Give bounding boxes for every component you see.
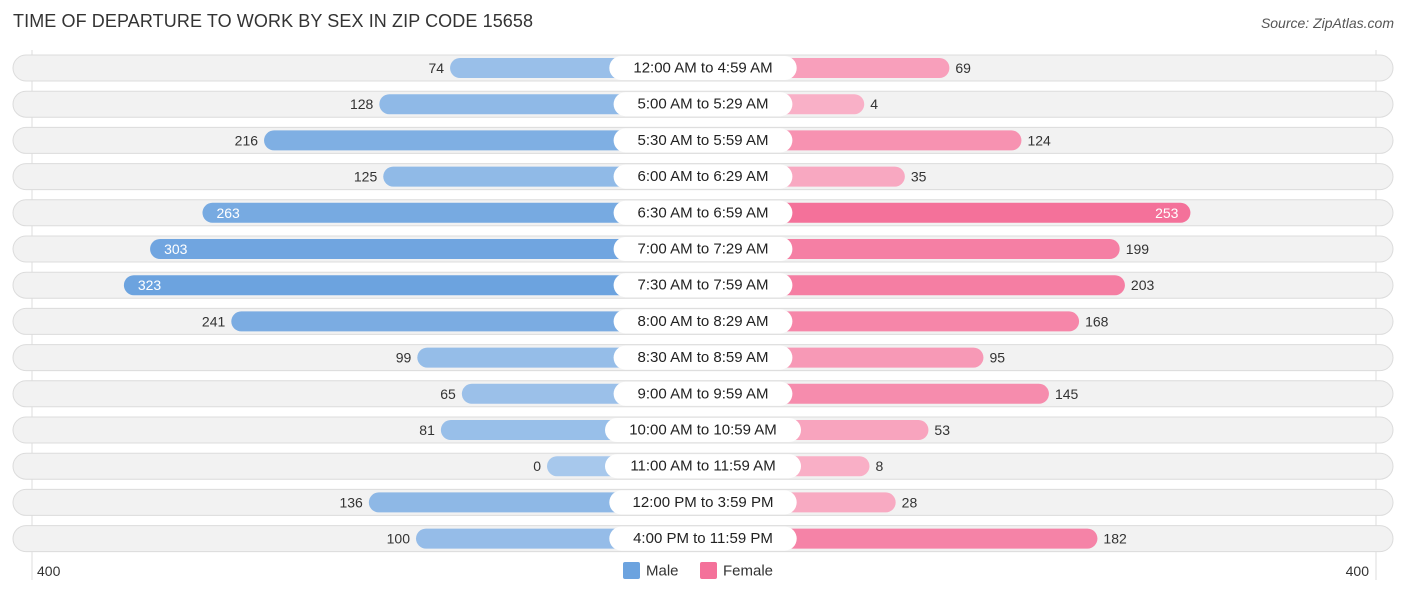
value-label-male: 323 — [138, 277, 162, 293]
category-label: 5:30 AM to 5:59 AM — [638, 132, 769, 149]
category-label: 5:00 AM to 5:29 AM — [638, 96, 769, 113]
category-label: 4:00 PM to 11:59 PM — [633, 530, 773, 547]
diverging-bar-chart: 74 69 12:00 AM to 4:59 AM 128 4 5:00 AM to 5:… — [12, 50, 1394, 580]
value-label-female: 124 — [1027, 132, 1051, 148]
chart-row: 263 253 6:30 AM to 6:59 AM — [12, 199, 1394, 227]
value-label-male: 303 — [164, 241, 188, 257]
chart-row: 128 4 5:00 AM to 5:29 AM — [12, 90, 1394, 118]
value-label-male: 216 — [235, 132, 259, 148]
value-label-male: 65 — [440, 386, 456, 402]
category-label: 6:00 AM to 6:29 AM — [638, 168, 769, 185]
category-label: 8:30 AM to 8:59 AM — [638, 349, 769, 366]
value-label-male: 99 — [396, 350, 412, 366]
value-label-female: 4 — [870, 96, 878, 112]
value-label-female: 28 — [902, 494, 918, 510]
value-label-male: 0 — [533, 458, 541, 474]
value-label-female: 253 — [1155, 205, 1179, 221]
category-label: 9:00 AM to 9:59 AM — [638, 385, 769, 402]
value-label-female: 203 — [1131, 277, 1155, 293]
value-label-male: 100 — [387, 531, 411, 547]
legend-swatch-female — [700, 562, 717, 579]
category-label: 6:30 AM to 6:59 AM — [638, 204, 769, 221]
value-label-male: 125 — [354, 169, 378, 185]
legend-swatch-male — [623, 562, 640, 579]
category-label: 7:00 AM to 7:29 AM — [638, 241, 769, 258]
chart-row: 100 182 4:00 PM to 11:59 PM — [12, 525, 1394, 553]
legend-label-female: Female — [723, 563, 773, 580]
chart-row: 99 95 8:30 AM to 8:59 AM — [12, 344, 1394, 372]
value-label-male: 74 — [428, 60, 444, 76]
chart-row: 136 28 12:00 PM to 3:59 PM — [12, 488, 1394, 516]
value-label-female: 69 — [955, 60, 971, 76]
value-label-female: 168 — [1085, 313, 1109, 329]
chart-row: 65 145 9:00 AM to 9:59 AM — [12, 380, 1394, 408]
value-label-male: 128 — [350, 96, 374, 112]
category-label: 10:00 AM to 10:59 AM — [629, 422, 777, 439]
chart-row: 74 69 12:00 AM to 4:59 AM — [12, 54, 1394, 82]
chart-row: 216 124 5:30 AM to 5:59 AM — [12, 126, 1394, 154]
value-label-female: 35 — [911, 169, 927, 185]
value-label-female: 53 — [934, 422, 950, 438]
chart-row: 323 203 7:30 AM to 7:59 AM — [12, 271, 1394, 299]
category-label: 7:30 AM to 7:59 AM — [638, 277, 769, 294]
chart-row: 0 8 11:00 AM to 11:59 AM — [12, 452, 1394, 480]
value-label-male: 241 — [202, 313, 226, 329]
chart-row: 303 199 7:00 AM to 7:29 AM — [12, 235, 1394, 263]
axis-label-right: 400 — [1346, 563, 1370, 579]
value-label-female: 182 — [1103, 531, 1127, 547]
value-label-female: 8 — [875, 458, 883, 474]
category-label: 12:00 PM to 3:59 PM — [633, 494, 774, 511]
chart-row: 241 168 8:00 AM to 8:29 AM — [12, 307, 1394, 335]
value-label-male: 136 — [339, 494, 363, 510]
chart-row: 81 53 10:00 AM to 10:59 AM — [12, 416, 1394, 444]
category-label: 12:00 AM to 4:59 AM — [633, 60, 772, 77]
axis-label-left: 400 — [37, 563, 61, 579]
value-label-male: 263 — [216, 205, 240, 221]
category-label: 8:00 AM to 8:29 AM — [638, 313, 769, 330]
chart-row: 125 35 6:00 AM to 6:29 AM — [12, 163, 1394, 191]
value-label-female: 95 — [989, 350, 1005, 366]
category-label: 11:00 AM to 11:59 AM — [630, 458, 775, 475]
value-label-female: 145 — [1055, 386, 1079, 402]
value-label-female: 199 — [1126, 241, 1150, 257]
value-label-male: 81 — [419, 422, 435, 438]
legend: Male Female — [623, 562, 773, 580]
legend-label-male: Male — [646, 563, 679, 580]
